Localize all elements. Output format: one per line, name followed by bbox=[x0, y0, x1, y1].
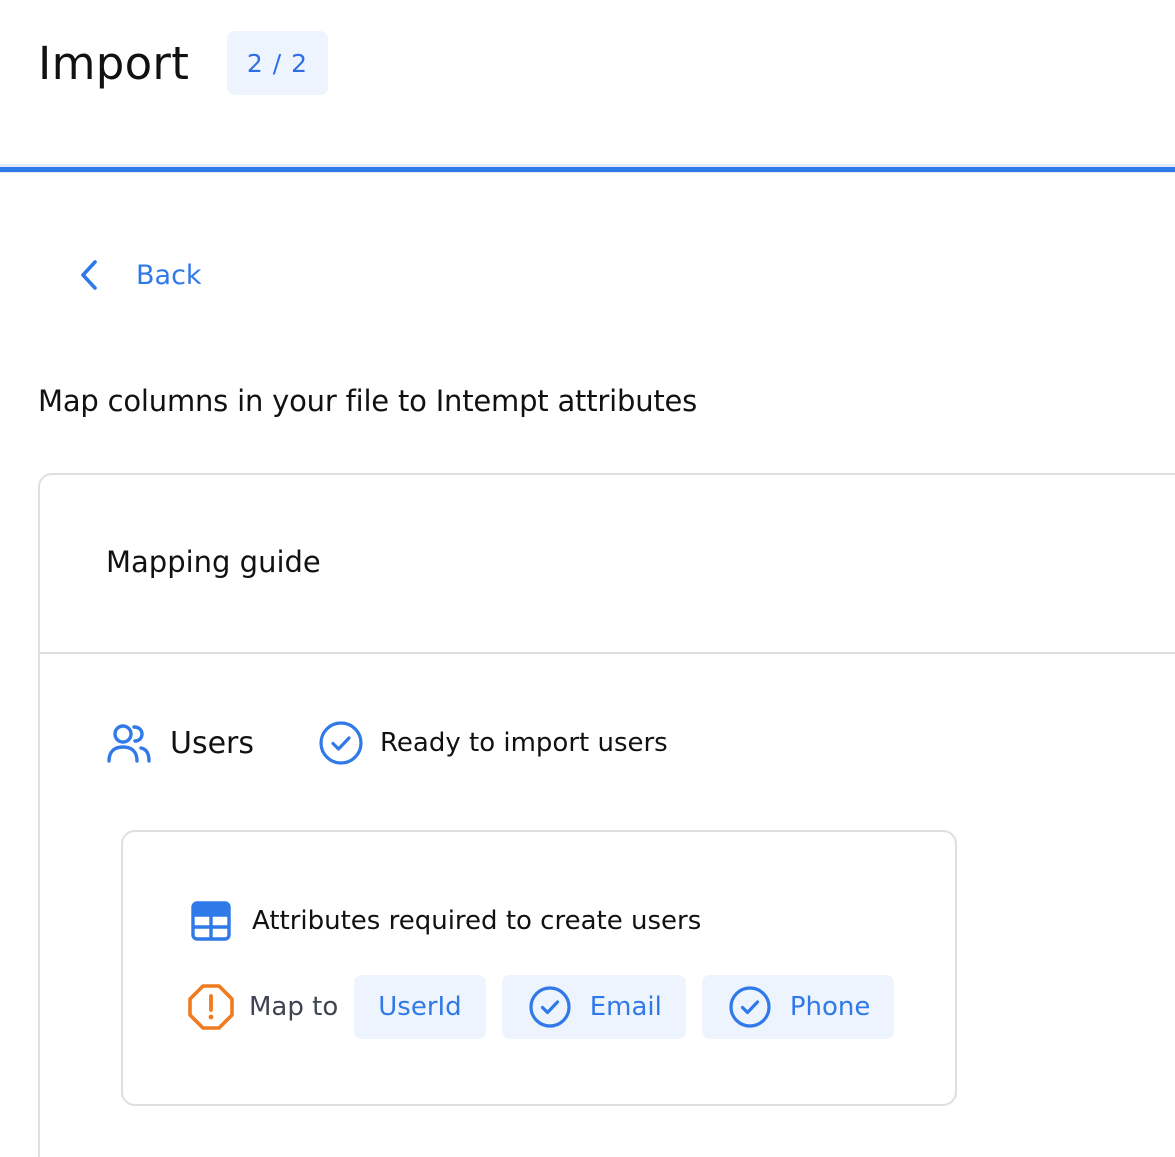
back-label: Back bbox=[136, 259, 202, 291]
check-circle-icon bbox=[728, 985, 772, 1029]
attribute-chip-email[interactable]: Email bbox=[501, 975, 686, 1039]
attribute-chip-label: Phone bbox=[789, 992, 871, 1022]
users-icon bbox=[106, 720, 152, 766]
warning-octagon-icon bbox=[187, 983, 235, 1031]
progress-fill bbox=[0, 167, 1175, 172]
progress-bar bbox=[0, 164, 1175, 173]
table-icon bbox=[190, 900, 232, 942]
required-attributes-header: Attributes required to create users bbox=[190, 898, 701, 944]
users-row: Users Ready to import users bbox=[106, 720, 668, 766]
step-badge: 2 / 2 bbox=[227, 31, 328, 95]
divider bbox=[40, 652, 1175, 654]
mapping-guide-card: Mapping guide Users Ready to import user… bbox=[38, 473, 1175, 1157]
map-to-label: Map to bbox=[249, 992, 339, 1022]
users-label: Users bbox=[170, 725, 255, 761]
attribute-chip-phone[interactable]: Phone bbox=[701, 975, 895, 1039]
attribute-chip-label: UserId bbox=[378, 992, 462, 1022]
required-attributes-box: Attributes required to create users Map … bbox=[121, 830, 957, 1106]
page-title: Import bbox=[38, 37, 190, 90]
check-circle-icon bbox=[318, 720, 364, 766]
import-page: Import 2 / 2 Back Map columns in your fi… bbox=[0, 0, 1175, 1157]
attribute-chip-userid[interactable]: UserId bbox=[354, 975, 486, 1039]
required-attributes-title: Attributes required to create users bbox=[252, 906, 702, 936]
section-heading: Map columns in your file to Intempt attr… bbox=[38, 384, 698, 418]
attribute-chip-label: Email bbox=[589, 992, 662, 1022]
mapping-guide-title: Mapping guide bbox=[106, 545, 321, 579]
ready-status-text: Ready to import users bbox=[380, 728, 668, 758]
back-button[interactable]: Back bbox=[78, 252, 202, 298]
map-to-row: Map to UserId Email Phone bbox=[187, 975, 910, 1039]
chevron-left-icon bbox=[78, 252, 112, 298]
check-circle-icon bbox=[528, 985, 572, 1029]
